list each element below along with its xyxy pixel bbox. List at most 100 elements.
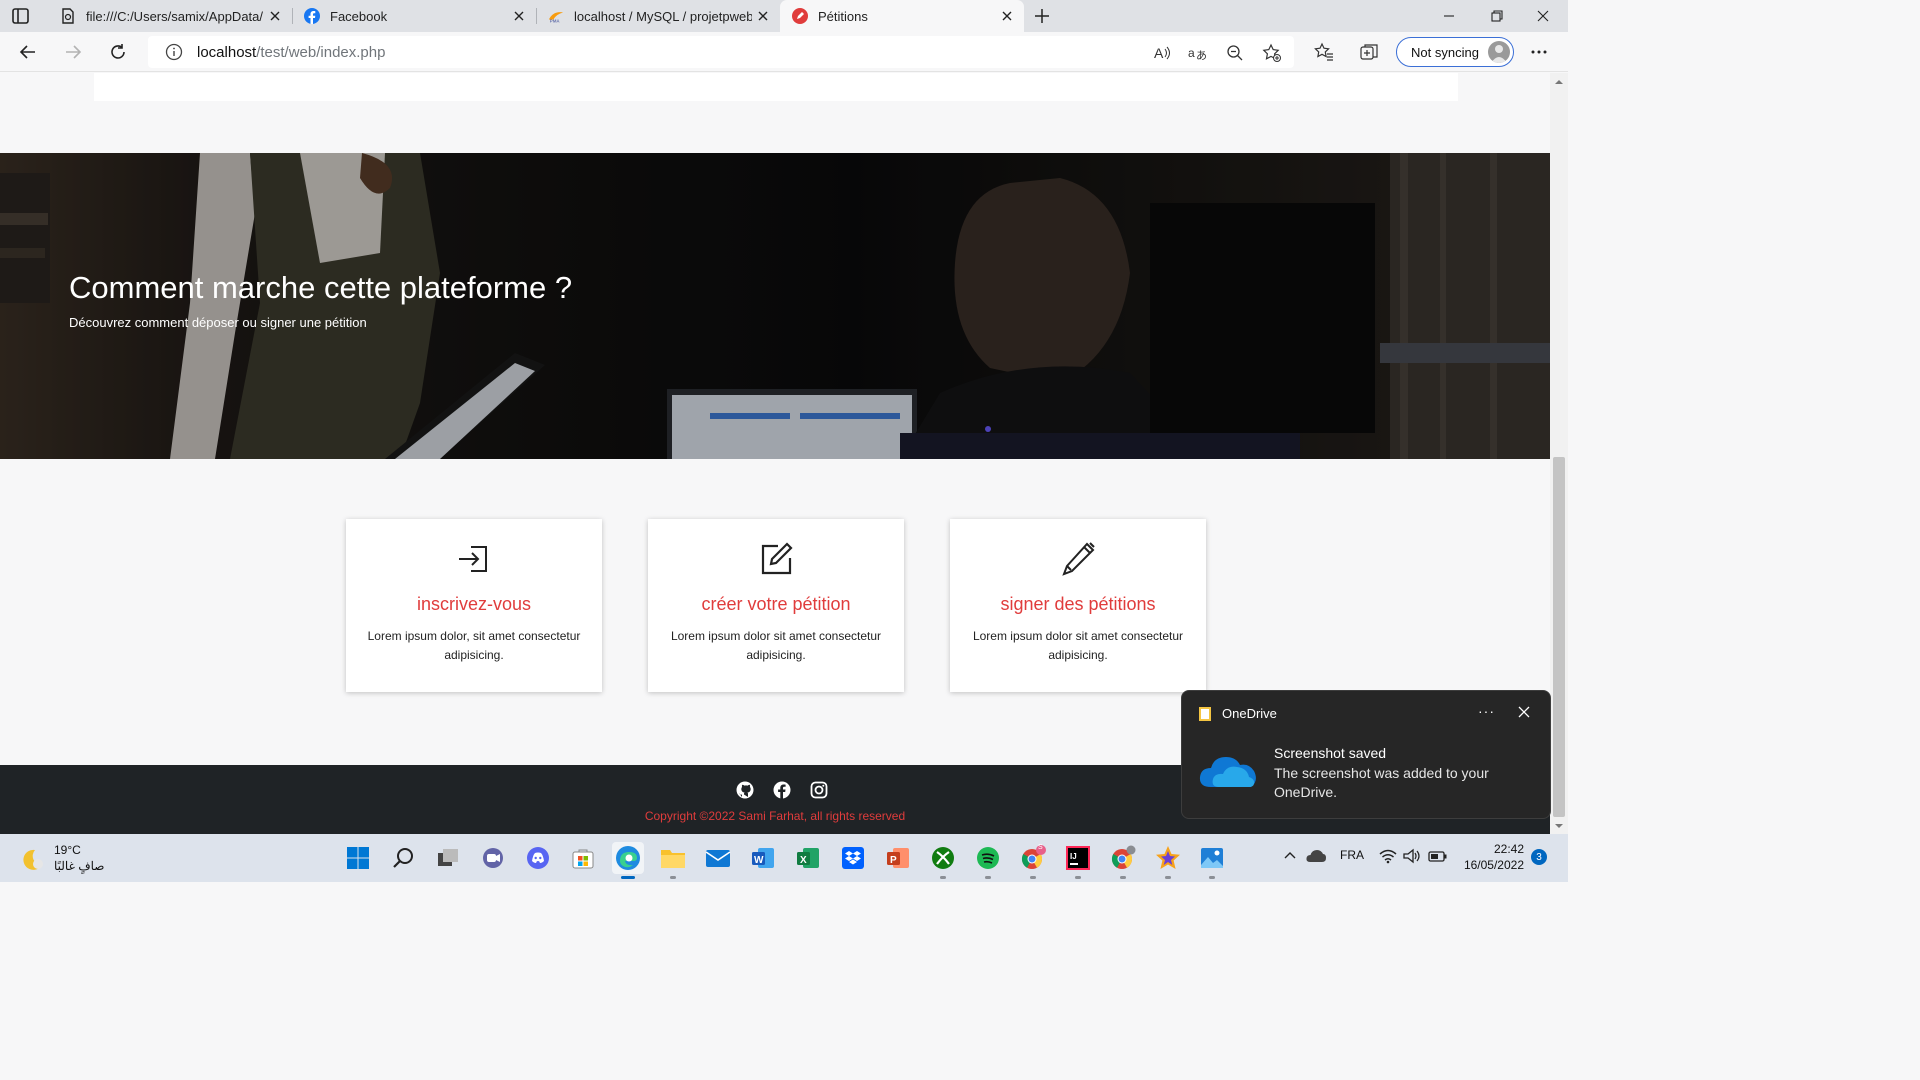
clock-date: 16/05/2022 <box>1463 858 1524 872</box>
read-aloud-icon[interactable]: A <box>1151 42 1173 64</box>
discord-button[interactable] <box>522 842 554 874</box>
scroll-up-icon[interactable] <box>1554 77 1564 87</box>
navigation-bar: localhost/test/web/index.php A aあ Not sy… <box>0 32 1568 72</box>
step-title: inscrivez-vous <box>416 594 532 614</box>
translate-icon[interactable]: aあ <box>1187 42 1209 64</box>
add-favorite-icon[interactable] <box>1261 42 1283 64</box>
tab-file[interactable]: file:///C:/Users/samix/AppData/L <box>48 0 292 32</box>
site-info-icon[interactable] <box>165 43 183 61</box>
word-button[interactable]: W <box>747 842 779 874</box>
mail-button[interactable] <box>702 842 734 874</box>
pen-icon <box>1062 542 1095 576</box>
tab-title: localhost / MySQL / projetpweb <box>574 8 752 24</box>
teams-chat-button[interactable] <box>477 842 509 874</box>
chat-icon <box>483 848 503 868</box>
notification-more-icon[interactable]: ··· <box>1478 703 1495 719</box>
wifi-icon[interactable] <box>1379 848 1397 867</box>
onedrive-tray-icon[interactable] <box>1306 848 1326 867</box>
svg-text:A: A <box>1154 45 1164 61</box>
powerpoint-button[interactable]: P <box>882 842 914 874</box>
tab-phpmyadmin[interactable]: PMA localhost / MySQL / projetpweb <box>536 0 780 32</box>
notification-close-icon[interactable] <box>1516 704 1532 720</box>
refresh-button[interactable] <box>106 40 130 64</box>
weather-widget[interactable]: 19°C صافٍ غالبًا <box>20 842 104 874</box>
step-text: Lorem ipsum dolor sit amet consectetur a… <box>972 629 1184 662</box>
running-indicator <box>1030 876 1036 879</box>
address-bar[interactable]: localhost/test/web/index.php A aあ <box>148 36 1294 68</box>
dropbox-icon <box>842 847 864 869</box>
file-icon <box>60 8 76 24</box>
store-button[interactable] <box>567 842 599 874</box>
search-button[interactable] <box>388 842 420 874</box>
excel-button[interactable]: X <box>792 842 824 874</box>
github-icon[interactable] <box>736 781 754 799</box>
input-language[interactable]: FRA <box>1340 848 1364 862</box>
running-indicator <box>985 876 991 879</box>
photos-button[interactable] <box>1196 842 1228 879</box>
weather-temp: 19°C <box>54 843 81 857</box>
sync-profile-button[interactable]: Not syncing <box>1396 37 1514 67</box>
new-tab-button[interactable] <box>1030 4 1054 28</box>
tab-facebook[interactable]: Facebook <box>292 0 536 32</box>
chrome-button[interactable] <box>1107 842 1139 879</box>
tab-actions-icon[interactable] <box>10 6 32 26</box>
edit-icon <box>761 542 793 575</box>
edge-button[interactable] <box>612 842 644 879</box>
store-icon <box>572 849 594 869</box>
avatar <box>1488 41 1510 63</box>
tab-strip: file:///C:/Users/samix/AppData/L Faceboo… <box>0 0 1568 32</box>
intellij-button[interactable]: IJ <box>1062 842 1094 879</box>
task-view-button[interactable] <box>432 842 464 874</box>
chrome-profile-button[interactable]: S <box>1017 842 1049 879</box>
svg-text:X: X <box>800 855 807 866</box>
excel-icon: X <box>797 848 819 868</box>
spotify-icon <box>977 847 999 869</box>
close-tab-icon[interactable] <box>752 5 774 27</box>
svg-text:IJ: IJ <box>1070 852 1077 861</box>
scroll-down-icon[interactable] <box>1554 821 1564 831</box>
close-tab-icon[interactable] <box>996 5 1018 27</box>
close-window-button[interactable] <box>1520 0 1566 32</box>
xbox-button[interactable] <box>927 842 959 879</box>
start-button[interactable] <box>342 842 374 874</box>
running-indicator <box>940 876 946 879</box>
favorites-icon[interactable] <box>1312 40 1336 64</box>
notification-title: Screenshot saved <box>1274 745 1387 761</box>
volume-icon[interactable] <box>1403 848 1421 867</box>
tab-title: Facebook <box>330 8 388 24</box>
spotify-button[interactable] <box>972 842 1004 879</box>
forward-button[interactable] <box>61 40 85 64</box>
instagram-icon[interactable] <box>810 781 828 799</box>
close-tab-icon[interactable] <box>508 5 530 27</box>
url-path: /test/web/index.php <box>256 43 386 61</box>
restore-button[interactable] <box>1474 0 1520 32</box>
notification-badge[interactable]: 3 <box>1531 849 1547 865</box>
svg-text:P: P <box>890 855 897 866</box>
hero-overlay <box>0 153 1550 459</box>
discord-icon <box>527 847 549 869</box>
back-button[interactable] <box>16 40 40 64</box>
close-tab-icon[interactable] <box>264 5 286 27</box>
show-hidden-icons-button[interactable] <box>1283 848 1297 865</box>
tab-petitions[interactable]: Pétitions <box>780 0 1024 32</box>
settings-more-icon[interactable] <box>1527 40 1551 64</box>
step-title: signer des pétitions <box>1000 594 1156 614</box>
onedrive-notification[interactable]: OneDrive ··· Screenshot saved The screen… <box>1181 690 1551 819</box>
running-indicator <box>1209 876 1215 879</box>
sync-label: Not syncing <box>1411 44 1479 60</box>
zoom-out-icon[interactable] <box>1224 42 1246 64</box>
file-explorer-button[interactable] <box>657 842 689 879</box>
page-scrollbar[interactable] <box>1550 73 1568 834</box>
collections-icon[interactable] <box>1357 40 1381 64</box>
dropbox-button[interactable] <box>837 842 869 874</box>
facebook-icon[interactable] <box>773 781 791 799</box>
battery-icon[interactable] <box>1428 848 1448 867</box>
starred-app-button[interactable] <box>1152 842 1184 879</box>
scrollbar-thumb[interactable] <box>1553 457 1565 817</box>
notification-message: The screenshot was added to your OneDriv… <box>1274 765 1489 800</box>
previous-section-card <box>94 73 1458 101</box>
search-icon <box>393 848 413 868</box>
chrome-profile-badge: S <box>1038 844 1043 851</box>
system-clock[interactable]: 22:42 16/05/2022 <box>1460 841 1524 873</box>
minimize-button[interactable] <box>1426 0 1472 32</box>
